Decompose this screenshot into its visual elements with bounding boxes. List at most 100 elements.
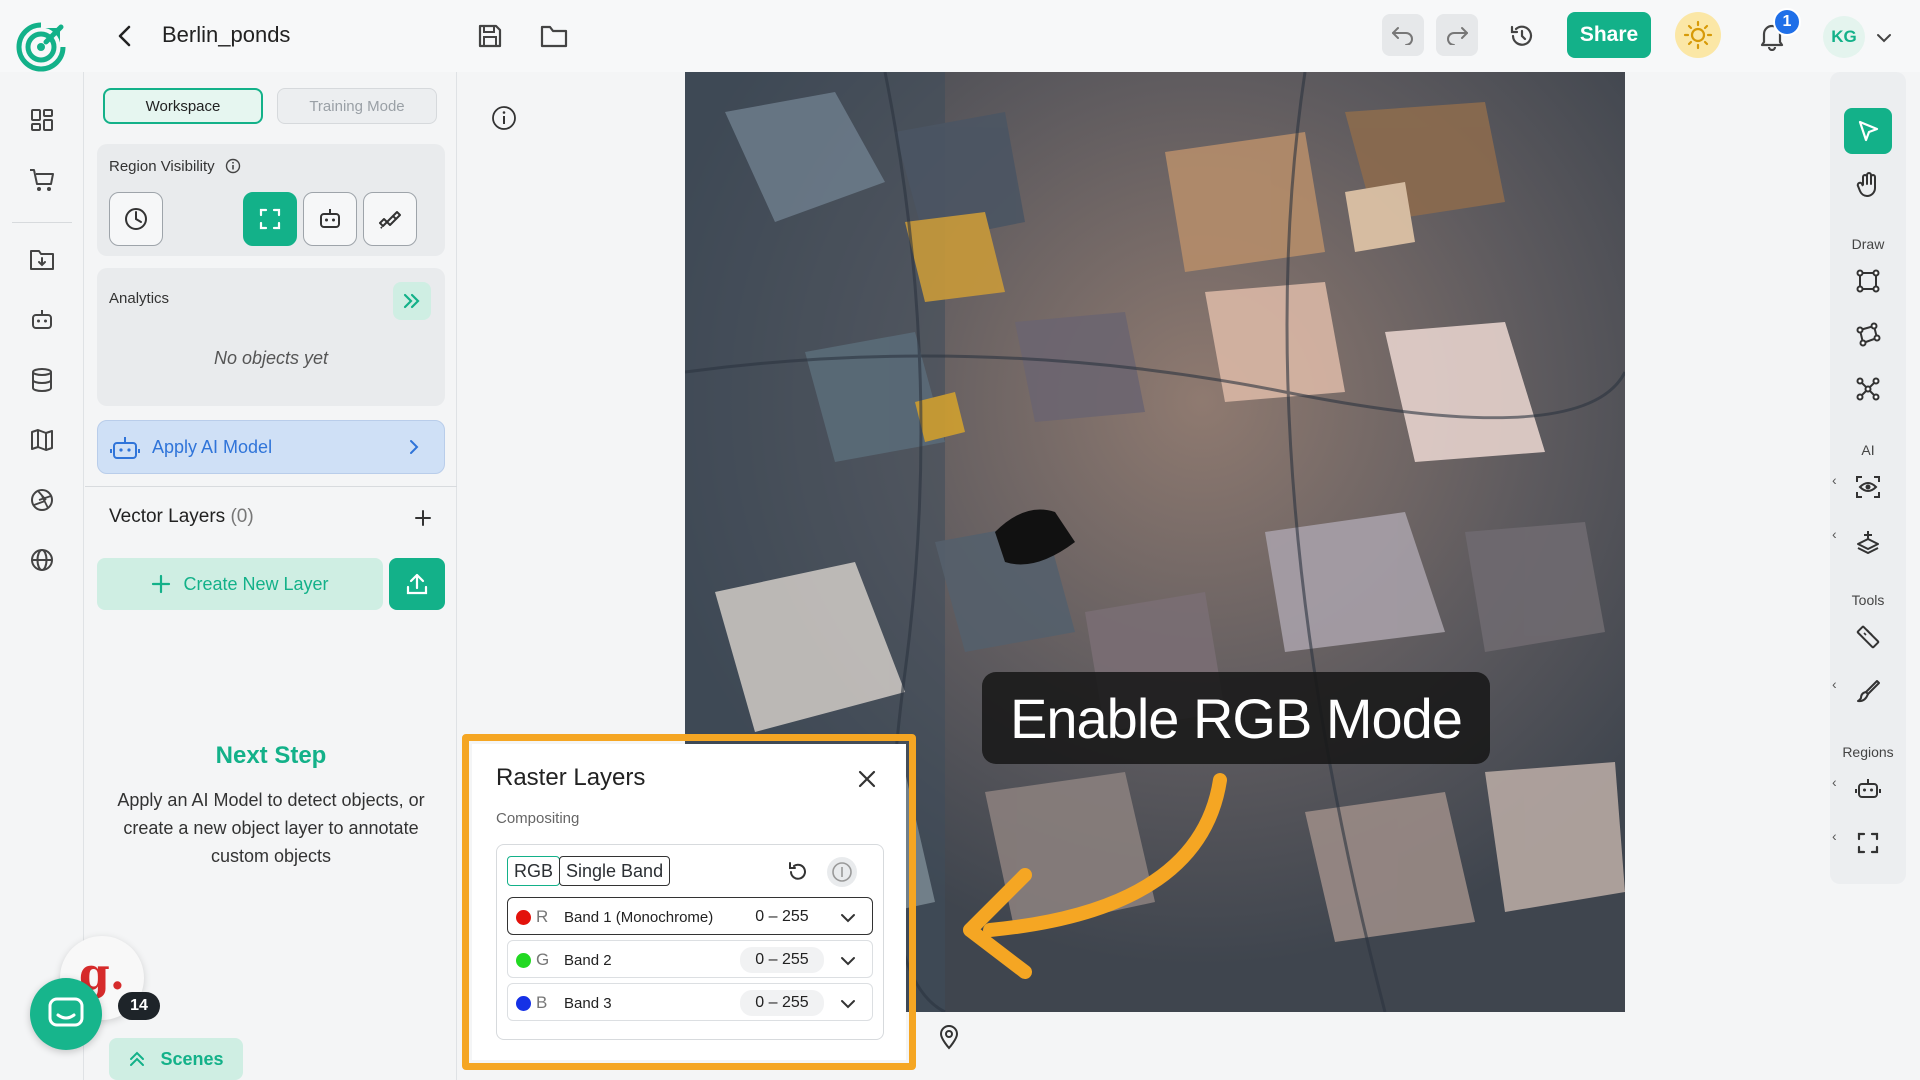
visibility-full-extent-button[interactable] xyxy=(243,192,297,246)
mode-tabs: Workspace Training Mode xyxy=(103,88,443,126)
keypoints-icon xyxy=(1856,377,1880,401)
expand-analytics-button[interactable] xyxy=(393,282,431,320)
globe-icon[interactable] xyxy=(22,540,62,580)
chevron-left-icon[interactable]: ‹ xyxy=(1832,526,1837,542)
folder-data-icon[interactable] xyxy=(22,240,62,280)
ai-region-button[interactable] xyxy=(1844,766,1892,812)
user-avatar[interactable]: KG xyxy=(1823,16,1865,58)
info-icon[interactable] xyxy=(488,102,520,134)
band-letter: R xyxy=(536,907,549,926)
callout-label: Enable RGB Mode xyxy=(982,672,1490,764)
region-visibility-card: Region Visibility xyxy=(97,144,445,256)
chat-launcher-button[interactable] xyxy=(30,978,102,1050)
chevron-down-icon[interactable] xyxy=(836,949,860,973)
draw-polygon-button[interactable] xyxy=(1844,312,1892,358)
project-title[interactable]: Berlin_ponds xyxy=(162,22,290,48)
robot-icon xyxy=(320,209,340,228)
draw-keypoints-button[interactable] xyxy=(1844,366,1892,412)
single-band-mode-button[interactable]: Single Band xyxy=(559,856,671,886)
compositing-box: RGB Single Band R Band 1 (Monochrome) 0 … xyxy=(496,844,884,1040)
aperture-icon[interactable] xyxy=(22,480,62,520)
upload-layer-button[interactable] xyxy=(389,558,445,610)
chevron-left-icon[interactable]: ‹ xyxy=(1832,472,1837,488)
band-row-red[interactable]: R Band 1 (Monochrome) 0 – 255 xyxy=(507,897,873,935)
tools-section-label: Tools xyxy=(1851,592,1885,608)
close-icon[interactable] xyxy=(850,762,884,796)
apply-ai-label: Apply AI Model xyxy=(152,437,273,457)
info-icon[interactable] xyxy=(827,857,857,887)
vector-layers-count: (0) xyxy=(230,506,254,527)
chevron-left-icon[interactable]: ‹ xyxy=(1832,828,1837,844)
create-new-layer-button[interactable]: Create New Layer xyxy=(97,558,383,610)
rectangle-icon xyxy=(1856,269,1880,293)
visibility-ai-region-button[interactable] xyxy=(303,192,357,246)
folder-icon[interactable] xyxy=(534,16,574,56)
regions-section-label: Regions xyxy=(1842,744,1894,760)
full-region-button[interactable] xyxy=(1844,820,1892,866)
band-range[interactable]: 0 – 255 xyxy=(740,947,824,973)
visibility-satellite-button[interactable] xyxy=(363,192,417,246)
pan-tool-button[interactable] xyxy=(1844,162,1892,208)
region-visibility-title: Region Visibility xyxy=(109,158,241,175)
draw-rectangle-button[interactable] xyxy=(1844,258,1892,304)
band-name: Band 2 xyxy=(564,952,612,969)
ai-segment-button[interactable] xyxy=(1844,518,1892,564)
double-chevron-right-icon xyxy=(403,293,420,309)
theme-toggle-button[interactable] xyxy=(1675,12,1721,58)
back-icon[interactable] xyxy=(108,18,140,54)
location-pin-icon[interactable] xyxy=(934,1022,964,1052)
redo-icon xyxy=(1447,27,1468,45)
cart-icon[interactable] xyxy=(22,160,62,200)
share-button[interactable]: Share xyxy=(1567,12,1651,58)
polygon-icon xyxy=(1856,322,1881,347)
magic-wand-icon xyxy=(1857,531,1879,554)
dashboard-icon[interactable] xyxy=(22,100,62,140)
history-icon[interactable] xyxy=(1502,16,1542,56)
add-vector-layer-button[interactable] xyxy=(405,500,441,536)
rgb-mode-button[interactable]: RGB xyxy=(507,856,561,886)
band-range[interactable]: 0 – 255 xyxy=(740,990,824,1016)
ai-section-label: AI xyxy=(1861,442,1875,458)
measure-tool-button[interactable] xyxy=(1844,614,1892,660)
chevron-left-icon[interactable]: ‹ xyxy=(1832,774,1837,790)
undo-button[interactable] xyxy=(1382,14,1424,56)
undo-icon xyxy=(1392,27,1413,45)
brush-tool-button[interactable] xyxy=(1844,668,1892,714)
chevron-down-icon[interactable] xyxy=(836,992,860,1016)
chevron-right-icon xyxy=(408,437,420,462)
callout-arrow xyxy=(963,773,1227,979)
plus-icon xyxy=(152,574,171,594)
apply-ai-model-button[interactable]: Apply AI Model xyxy=(97,420,445,474)
database-icon[interactable] xyxy=(22,360,62,400)
double-chevron-up-icon xyxy=(130,1051,145,1066)
fullscreen-icon xyxy=(1857,832,1879,854)
tab-workspace[interactable]: Workspace xyxy=(103,88,263,124)
info-icon[interactable] xyxy=(225,158,241,174)
red-dot-icon xyxy=(516,910,531,925)
ai-detect-button[interactable] xyxy=(1844,464,1892,510)
clock-icon xyxy=(125,208,147,230)
redo-button[interactable] xyxy=(1436,14,1478,56)
save-icon[interactable] xyxy=(470,16,510,56)
visibility-pie-button[interactable] xyxy=(109,192,163,246)
raster-subtitle: Compositing xyxy=(496,810,580,827)
band-row-green[interactable]: G Band 2 0 – 255 xyxy=(507,940,873,978)
band-letter: G xyxy=(536,950,550,969)
band-range[interactable]: 0 – 255 xyxy=(740,904,824,930)
robot-icon[interactable] xyxy=(22,300,62,340)
map-icon[interactable] xyxy=(22,420,62,460)
panel-divider xyxy=(85,486,457,487)
chevron-down-icon[interactable] xyxy=(1870,24,1898,52)
app-logo-icon[interactable] xyxy=(16,22,66,72)
select-tool-button[interactable] xyxy=(1844,108,1892,154)
scenes-button[interactable]: Scenes xyxy=(109,1038,243,1080)
rail-divider xyxy=(12,222,72,223)
robot-icon xyxy=(110,433,140,468)
chevron-left-icon[interactable]: ‹ xyxy=(1832,676,1837,692)
cursor-icon xyxy=(1858,120,1879,142)
tab-training-mode[interactable]: Training Mode xyxy=(277,88,437,124)
chevron-down-icon[interactable] xyxy=(836,906,860,930)
band-row-blue[interactable]: B Band 3 0 – 255 xyxy=(507,983,873,1021)
reset-icon[interactable] xyxy=(783,857,813,887)
raster-layers-panel: Raster Layers Compositing RGB Single Ban… xyxy=(472,744,906,1060)
